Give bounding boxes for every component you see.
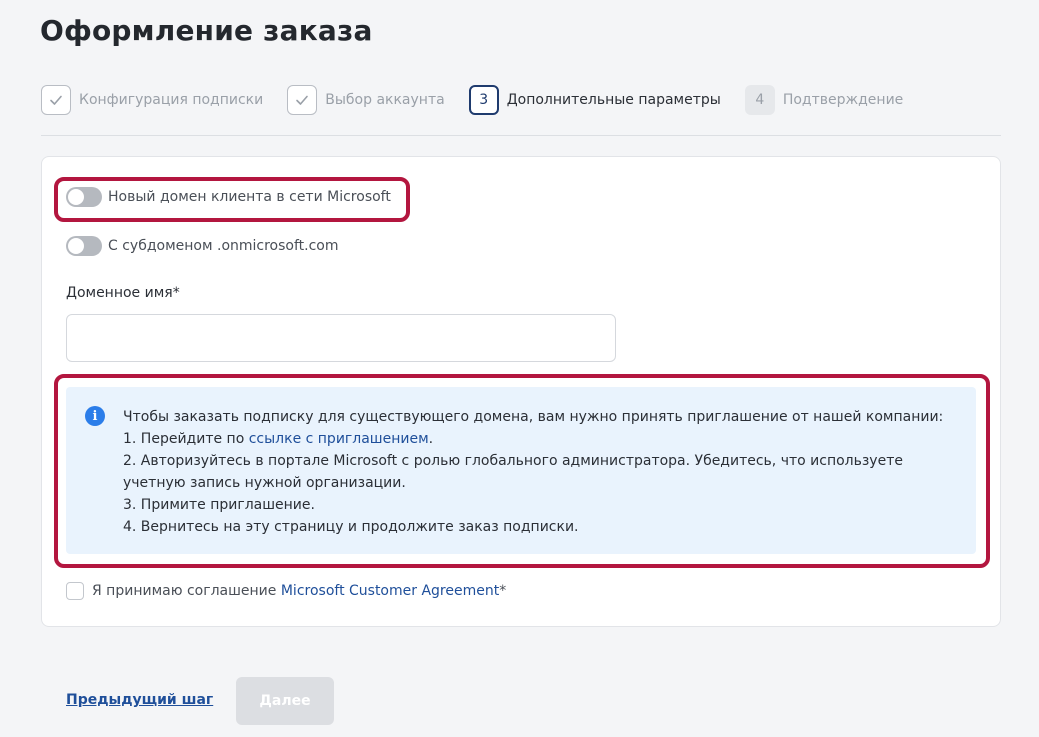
info-step-3: 3. Примите приглашение. xyxy=(123,497,315,513)
domain-name-input[interactable] xyxy=(66,314,616,362)
agreement-text: Я принимаю соглашение Microsoft Customer… xyxy=(92,583,506,599)
step-label: Подтверждение xyxy=(782,92,904,108)
next-button[interactable]: Далее xyxy=(236,677,334,725)
info-step-1: 1. Перейдите по ссылке с приглашением. xyxy=(123,428,963,450)
new-domain-toggle-row[interactable]: Новый домен клиента в сети Microsoft xyxy=(66,187,391,207)
step-confirmation: 4 Подтверждение xyxy=(744,85,904,115)
subdomain-toggle[interactable] xyxy=(66,236,102,256)
step-additional-params: 3 Дополнительные параметры xyxy=(468,85,721,115)
step-label: Выбор аккаунта xyxy=(325,92,445,108)
agreement-required-mark: * xyxy=(499,583,507,599)
step-number: 4 xyxy=(744,85,775,115)
page-title: Оформление заказа xyxy=(40,14,373,47)
info-intro: Чтобы заказать подписку для существующег… xyxy=(123,409,944,425)
additional-params-card: Новый домен клиента в сети Microsoft С с… xyxy=(41,156,1001,627)
order-stepper: Конфигурация подписки Выбор аккаунта 3 Д… xyxy=(41,85,1001,115)
invitation-link[interactable]: ссылке с приглашением xyxy=(249,431,429,447)
info-step-1-suffix: . xyxy=(428,431,434,447)
new-domain-toggle[interactable] xyxy=(66,187,102,207)
agreement-row: Я принимаю соглашение Microsoft Customer… xyxy=(66,582,506,600)
header-divider xyxy=(41,135,1001,136)
step-subscription-config[interactable]: Конфигурация подписки xyxy=(41,85,263,115)
check-icon xyxy=(287,85,318,115)
info-icon: i xyxy=(85,406,105,426)
info-text: Чтобы заказать подписку для существующег… xyxy=(123,406,963,538)
agreement-link[interactable]: Microsoft Customer Agreement xyxy=(281,583,499,599)
step-number: 3 xyxy=(468,85,499,115)
agreement-checkbox[interactable] xyxy=(66,582,84,600)
info-step-1-prefix: 1. Перейдите по xyxy=(123,431,249,447)
subdomain-toggle-label: С субдоменом .onmicrosoft.com xyxy=(108,238,339,254)
check-icon xyxy=(41,85,71,115)
step-label: Дополнительные параметры xyxy=(506,92,721,108)
step-account-select[interactable]: Выбор аккаунта xyxy=(287,85,445,115)
new-domain-toggle-label: Новый домен клиента в сети Microsoft xyxy=(108,189,391,205)
domain-name-label: Доменное имя* xyxy=(66,285,180,301)
agreement-prefix: Я принимаю соглашение xyxy=(92,583,281,599)
info-step-2: 2. Авторизуйтесь в портале Microsoft с р… xyxy=(123,453,903,491)
subdomain-toggle-row[interactable]: С субдоменом .onmicrosoft.com xyxy=(66,236,339,256)
previous-step-link[interactable]: Предыдущий шаг xyxy=(66,692,213,708)
step-label: Конфигурация подписки xyxy=(79,92,264,108)
info-notice: i Чтобы заказать подписку для существующ… xyxy=(66,387,976,554)
info-step-4: 4. Вернитесь на эту страницу и продолжит… xyxy=(123,519,579,535)
